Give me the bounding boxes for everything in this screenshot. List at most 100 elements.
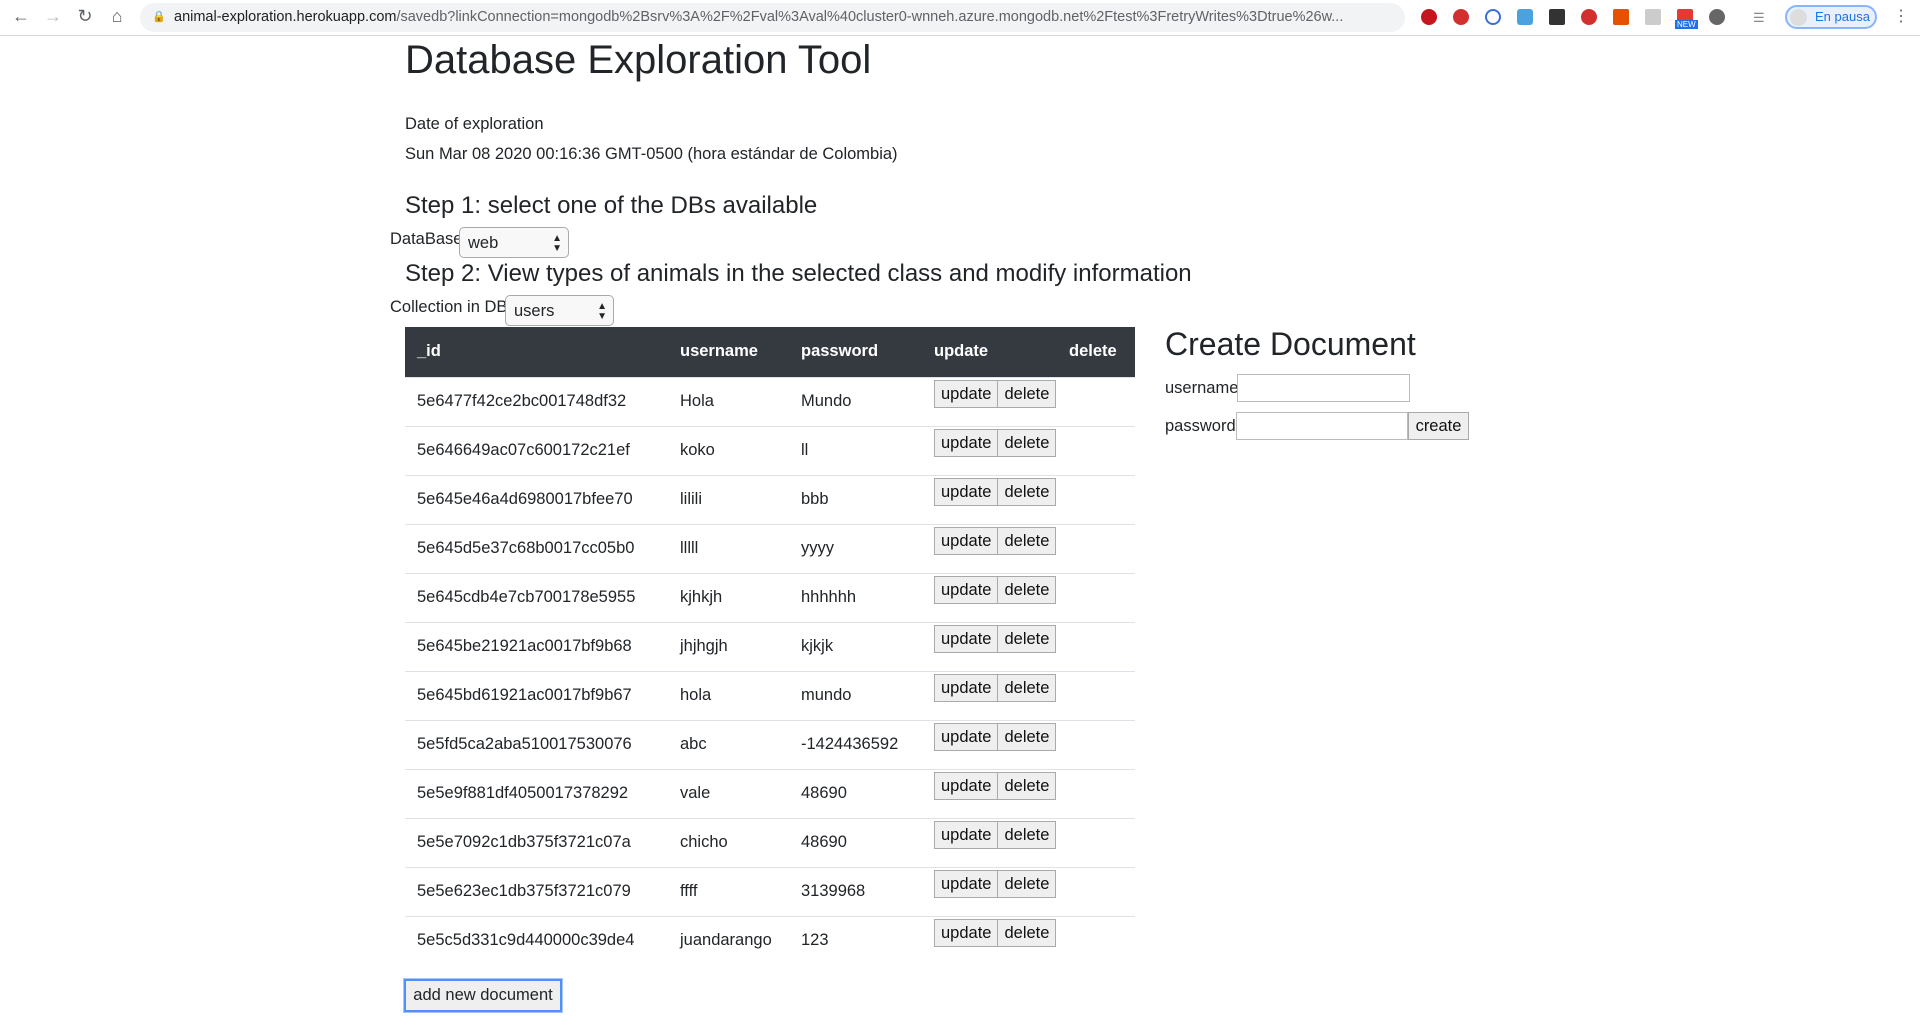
update-button[interactable]: update [934, 624, 999, 653]
extension-megaphone-icon[interactable] [1613, 9, 1629, 25]
reload-icon[interactable]: ↻ [73, 6, 97, 27]
cell-id: 5e5e9f881df4050017378292 [405, 768, 668, 818]
delete-button[interactable]: delete [997, 575, 1057, 604]
update-button[interactable]: update [934, 918, 999, 947]
reading-list-icon[interactable]: ☰ [1753, 10, 1769, 26]
update-button[interactable]: update [934, 477, 999, 506]
cell-username: juandarango [668, 915, 789, 965]
delete-button[interactable]: delete [997, 722, 1057, 751]
delete-button[interactable]: delete [997, 428, 1057, 457]
update-button[interactable]: update [934, 771, 999, 800]
update-button[interactable]: update [934, 428, 999, 457]
username-input[interactable] [1237, 374, 1410, 402]
database-selected: web [468, 234, 499, 252]
profile-button[interactable]: En pausa [1785, 5, 1877, 29]
extension-w-icon[interactable] [1517, 9, 1533, 25]
delete-button[interactable]: delete [997, 820, 1057, 849]
update-button[interactable]: update [934, 869, 999, 898]
table-row: 5e645bd61921ac0017bf9b67 hola mundo update d… [405, 670, 1135, 720]
adblock-icon[interactable] [1421, 9, 1437, 25]
cell-username: hola [668, 670, 789, 720]
cell-password: mundo [789, 670, 922, 720]
back-icon[interactable]: ← [9, 6, 33, 27]
cell-username: lllll [668, 523, 789, 573]
delete-button[interactable]: delete [997, 624, 1057, 653]
cell-password: 3139968 [789, 866, 922, 916]
update-button[interactable]: update [934, 575, 999, 604]
cell-username: jhjhgjh [668, 621, 789, 671]
add-new-document-button[interactable]: add new document [404, 979, 562, 1012]
table-row: 5e5c5d331c9d440000c39de4 juandarango 123 up… [405, 915, 1135, 965]
password-input[interactable] [1236, 412, 1408, 440]
extension-block-icon[interactable] [1485, 9, 1501, 25]
username-label: username [1165, 379, 1239, 397]
row-actions: update delete [922, 425, 1135, 475]
delete-button[interactable]: delete [997, 673, 1057, 702]
avatar [1790, 9, 1807, 26]
header-update: update [922, 327, 1057, 377]
delete-button[interactable]: delete [997, 477, 1057, 506]
extension-stop-icon[interactable] [1453, 9, 1469, 25]
extension-b-icon[interactable] [1645, 9, 1661, 25]
extension-circle-icon[interactable] [1709, 9, 1725, 25]
password-label: password [1165, 417, 1236, 435]
create-button[interactable]: create [1408, 412, 1469, 440]
table-row: 5e645e46a4d6980017bfee70 lilili bbb update d… [405, 474, 1135, 524]
delete-button[interactable]: delete [997, 526, 1057, 555]
home-icon[interactable]: ⌂ [105, 6, 129, 27]
header-password: password [789, 327, 922, 377]
delete-button[interactable]: delete [997, 771, 1057, 800]
update-button[interactable]: update [934, 722, 999, 751]
cell-password: ll [789, 425, 922, 475]
update-button[interactable]: update [934, 820, 999, 849]
cell-password: yyyy [789, 523, 922, 573]
table-row: 5e6477f42ce2bc001748df32 Hola Mundo update d… [405, 376, 1135, 426]
collection-select[interactable]: users ▲ ▼ [505, 295, 614, 326]
row-actions: update delete [922, 523, 1135, 573]
documents-table: _id username password update delete 5e64… [405, 327, 1135, 965]
table-row: 5e5e9f881df4050017378292 vale 48690 update d… [405, 768, 1135, 818]
delete-button[interactable]: delete [997, 918, 1057, 947]
update-button[interactable]: update [934, 526, 999, 555]
date-value: Sun Mar 08 2020 00:16:36 GMT-0500 (hora … [405, 145, 898, 163]
table-row: 5e646649ac07c600172c21ef koko ll update dele… [405, 425, 1135, 475]
row-actions: update delete [922, 915, 1135, 965]
cell-username: koko [668, 425, 789, 475]
cell-password: Mundo [789, 376, 922, 426]
cell-username: lilili [668, 474, 789, 524]
update-button[interactable]: update [934, 379, 999, 408]
cell-id: 5e5c5d331c9d440000c39de4 [405, 915, 668, 965]
select-arrows-icon: ▲ ▼ [552, 233, 562, 254]
page-title: Database Exploration Tool [405, 38, 872, 82]
cell-password: kjkjk [789, 621, 922, 671]
database-select[interactable]: web ▲ ▼ [459, 227, 569, 258]
cell-id: 5e5e7092c1db375f3721c07a [405, 817, 668, 867]
step1-heading: Step 1: select one of the DBs available [405, 192, 818, 219]
update-button[interactable]: update [934, 673, 999, 702]
cell-password: 123 [789, 915, 922, 965]
delete-button[interactable]: delete [997, 869, 1057, 898]
url-path: /savedb?linkConnection=mongodb%2Bsrv%3A%… [396, 9, 1344, 25]
delete-button[interactable]: delete [997, 379, 1057, 408]
forward-icon[interactable]: → [41, 6, 65, 27]
row-actions: update delete [922, 621, 1135, 671]
header-delete: delete [1057, 327, 1135, 377]
more-menu-icon[interactable]: ⋮ [1893, 6, 1909, 26]
row-actions: update delete [922, 572, 1135, 622]
address-bar[interactable]: 🔒 animal-exploration.herokuapp.com/saved… [140, 3, 1405, 32]
cell-id: 5e645d5e37c68b0017cc05b0 [405, 523, 668, 573]
extension-hand-icon[interactable] [1581, 9, 1597, 25]
table-row: 5e5e7092c1db375f3721c07a chicho 48690 updat… [405, 817, 1135, 867]
cell-username: abc [668, 719, 789, 769]
cell-id: 5e5e623ec1db375f3721c079 [405, 866, 668, 916]
collection-selected: users [514, 302, 555, 320]
cell-password: hhhhhh [789, 572, 922, 622]
table-row: 5e645cdb4e7cb700178e5955 kjhkjh hhhhhh upda… [405, 572, 1135, 622]
lock-icon: 🔒 [152, 11, 166, 23]
row-actions: update delete [922, 670, 1135, 720]
cell-username: ffff [668, 866, 789, 916]
browser-toolbar: ← → ↻ ⌂ 🔒 animal-exploration.herokuapp.c… [0, 0, 1920, 36]
select-arrows-icon: ▲ ▼ [597, 301, 607, 322]
profile-label: En pausa [1815, 9, 1870, 24]
extension-screen-icon[interactable] [1549, 9, 1565, 25]
